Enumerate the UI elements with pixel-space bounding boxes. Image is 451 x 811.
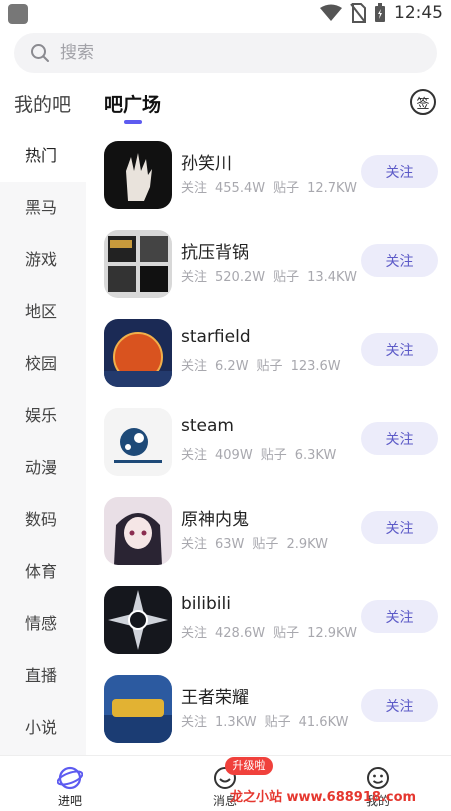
category-campus[interactable]: 校园 <box>0 338 86 390</box>
wifi-icon <box>320 4 342 21</box>
posts-label: 贴子 <box>256 359 283 374</box>
bar-title: starfield <box>181 327 251 347</box>
category-entertainment[interactable]: 娱乐 <box>0 390 86 442</box>
upgrade-badge: 升级啦 <box>225 757 273 775</box>
follow-button[interactable]: 关注 <box>361 422 438 455</box>
planet-icon <box>57 766 83 790</box>
followers-count: 409W <box>215 448 253 463</box>
category-novel[interactable]: 小说 <box>0 702 86 754</box>
category-hot[interactable]: 热门 <box>0 130 86 182</box>
followers-label: 关注 <box>181 270 208 285</box>
category-dark-horse[interactable]: 黑马 <box>0 182 86 234</box>
posts-count: 6.3KW <box>294 448 337 463</box>
bar-list-item[interactable]: 抗压背锅 关注 520.2W 贴子 13.4KW 关注 <box>104 230 440 302</box>
battery-icon <box>375 3 385 22</box>
followers-label: 关注 <box>181 448 208 463</box>
followers-label: 关注 <box>181 359 208 374</box>
bar-title: 孙笑川 <box>181 154 232 174</box>
bar-title: 王者荣耀 <box>181 688 249 708</box>
sign-in-button[interactable]: 签 <box>410 89 436 115</box>
followers-count: 455.4W <box>215 181 266 196</box>
bar-avatar-image <box>104 141 172 209</box>
posts-count: 12.9KW <box>307 626 357 641</box>
search-bar[interactable] <box>14 33 437 73</box>
bar-stats: 关注 428.6W 贴子 12.9KW <box>181 622 365 641</box>
category-anime[interactable]: 动漫 <box>0 442 86 494</box>
posts-label: 贴子 <box>273 626 300 641</box>
bar-avatar-image <box>104 319 172 387</box>
status-bar: 12:45 <box>0 0 451 28</box>
followers-count: 428.6W <box>215 626 266 641</box>
category-digital[interactable]: 数码 <box>0 494 86 546</box>
bar-list-item[interactable]: steam 关注 409W 贴子 6.3KW 关注 <box>104 408 440 480</box>
followers-count: 6.2W <box>215 359 249 374</box>
status-icons: 12:45 <box>320 3 443 23</box>
followers-label: 关注 <box>181 626 208 641</box>
bar-title: 原神内鬼 <box>181 510 249 530</box>
follow-button[interactable]: 关注 <box>361 689 438 722</box>
nav-enter-bar[interactable]: 进吧 <box>25 756 115 811</box>
bar-avatar-image <box>104 230 172 298</box>
bar-title: 抗压背锅 <box>181 243 249 263</box>
bar-avatar-image <box>104 408 172 476</box>
bar-title: steam <box>181 416 234 436</box>
follow-button[interactable]: 关注 <box>361 511 438 544</box>
bar-stats: 关注 63W 贴子 2.9KW <box>181 533 336 552</box>
bar-avatar-image <box>104 675 172 743</box>
category-live[interactable]: 直播 <box>0 650 86 702</box>
search-input[interactable] <box>58 42 392 64</box>
posts-count: 41.6KW <box>298 715 349 730</box>
bar-stats: 关注 520.2W 贴子 13.4KW <box>181 266 365 285</box>
followers-label: 关注 <box>181 181 208 196</box>
bar-list-item[interactable]: 王者荣耀 关注 1.3KW 贴子 41.6KW 关注 <box>104 675 440 747</box>
posts-label: 贴子 <box>273 270 300 285</box>
bar-stats: 关注 6.2W 贴子 123.6W <box>181 355 349 374</box>
no-sim-icon <box>350 3 366 23</box>
app-notification-icon <box>8 4 28 24</box>
follow-button[interactable]: 关注 <box>361 244 438 277</box>
category-sports[interactable]: 体育 <box>0 546 86 598</box>
posts-label: 贴子 <box>260 448 287 463</box>
bar-list-item[interactable]: 孙笑川 关注 455.4W 贴子 12.7KW 关注 <box>104 141 440 213</box>
category-sidebar: 热门 黑马 游戏 地区 校园 娱乐 动漫 数码 体育 情感 直播 小说 <box>0 130 86 755</box>
followers-count: 520.2W <box>215 270 266 285</box>
follow-button[interactable]: 关注 <box>361 155 438 188</box>
tab-my-bars[interactable]: 我的吧 <box>14 90 71 117</box>
followers-label: 关注 <box>181 537 208 552</box>
category-games[interactable]: 游戏 <box>0 234 86 286</box>
posts-label: 贴子 <box>264 715 291 730</box>
search-icon <box>31 44 49 62</box>
follow-button[interactable]: 关注 <box>361 333 438 366</box>
bar-stats: 关注 455.4W 贴子 12.7KW <box>181 177 365 196</box>
posts-label: 贴子 <box>252 537 279 552</box>
follow-button[interactable]: 关注 <box>361 600 438 633</box>
category-emotion[interactable]: 情感 <box>0 598 86 650</box>
tab-indicator <box>124 120 142 124</box>
sign-in-label: 签 <box>416 96 430 112</box>
posts-count: 13.4KW <box>307 270 357 285</box>
clock: 12:45 <box>394 3 443 23</box>
category-region[interactable]: 地区 <box>0 286 86 338</box>
bar-avatar-image <box>104 586 172 654</box>
followers-label: 关注 <box>181 715 208 730</box>
bar-stats: 关注 1.3KW 贴子 41.6KW <box>181 711 357 730</box>
posts-label: 贴子 <box>273 181 300 196</box>
nav-enter-bar-label: 进吧 <box>57 794 82 808</box>
bar-list-item[interactable]: bilibili 关注 428.6W 贴子 12.9KW 关注 <box>104 586 440 658</box>
posts-count: 123.6W <box>290 359 341 374</box>
posts-count: 2.9KW <box>286 537 329 552</box>
posts-count: 12.7KW <box>307 181 357 196</box>
bar-avatar-image <box>104 497 172 565</box>
tab-bar-square[interactable]: 吧广场 <box>104 90 161 117</box>
bar-stats: 关注 409W 贴子 6.3KW <box>181 444 344 463</box>
followers-count: 63W <box>215 537 245 552</box>
bar-list-item[interactable]: 原神内鬼 关注 63W 贴子 2.9KW 关注 <box>104 497 440 569</box>
bar-list-item[interactable]: starfield 关注 6.2W 贴子 123.6W 关注 <box>104 319 440 391</box>
followers-count: 1.3KW <box>215 715 257 730</box>
watermark-text: 龙之小站 www.688918.com <box>230 790 417 805</box>
bar-title: bilibili <box>181 594 231 614</box>
